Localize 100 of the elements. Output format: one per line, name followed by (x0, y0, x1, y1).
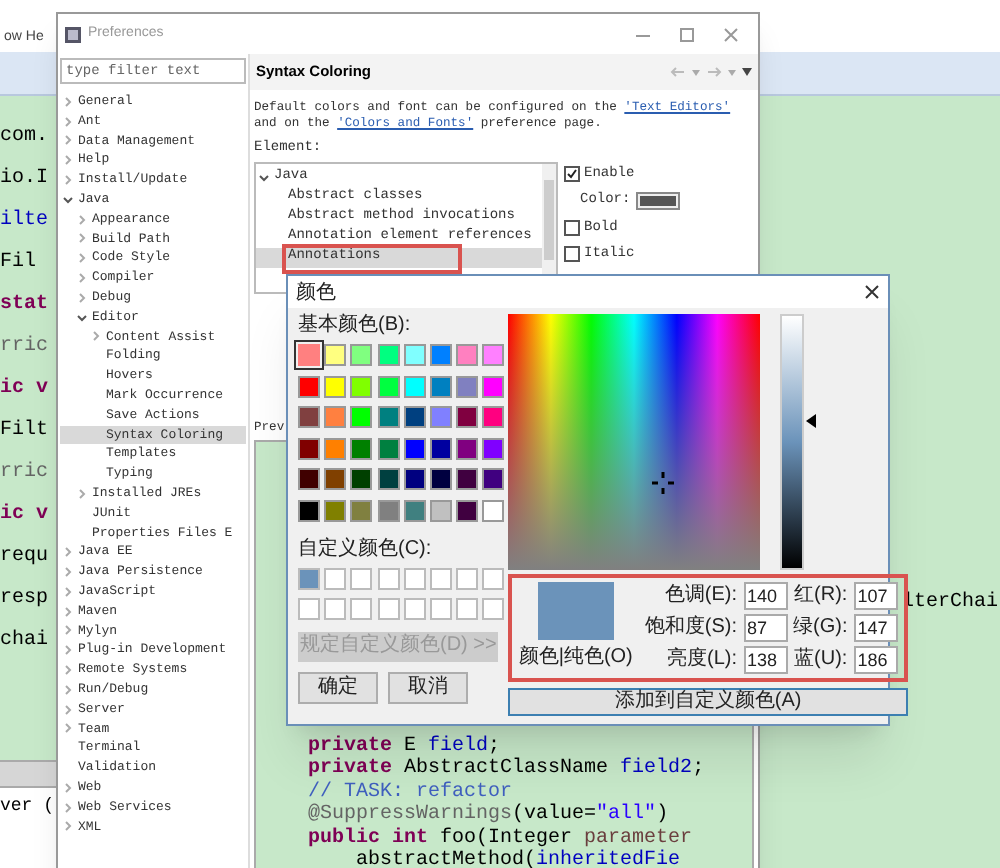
close-icon[interactable] (864, 284, 880, 300)
chevron-right-icon[interactable] (76, 232, 88, 245)
color-swatch[interactable] (324, 406, 347, 428)
color-swatch[interactable] (429, 567, 452, 589)
color-swatch[interactable] (429, 597, 452, 619)
color-swatch[interactable] (324, 499, 347, 521)
color-swatch[interactable] (350, 375, 373, 397)
color-swatch[interactable] (456, 437, 478, 459)
chevron-right-icon[interactable] (76, 252, 88, 265)
color-swatch[interactable] (482, 468, 505, 490)
chevron-right-icon[interactable] (62, 95, 74, 108)
add-to-custom-colors-button[interactable]: 添加到自定义颜色(A) (508, 688, 908, 716)
dropdown-icon[interactable] (692, 69, 700, 75)
menu-icon[interactable] (742, 68, 752, 76)
chevron-right-icon[interactable] (62, 134, 74, 147)
chevron-right-icon[interactable] (62, 703, 74, 716)
color-swatch[interactable] (429, 499, 452, 521)
color-swatch[interactable] (456, 375, 478, 397)
checkbox[interactable] (564, 219, 580, 236)
color-button[interactable] (636, 191, 681, 210)
checkbox[interactable] (564, 246, 580, 263)
chevron-right-icon[interactable] (62, 585, 74, 598)
color-swatch[interactable] (403, 499, 426, 521)
color-swatch[interactable] (482, 499, 505, 521)
color-swatch[interactable] (350, 406, 373, 428)
input-field[interactable]: 147 (853, 614, 898, 642)
color-swatch[interactable] (350, 567, 373, 589)
color-swatch[interactable] (324, 468, 347, 490)
chevron-down-icon[interactable] (76, 311, 88, 324)
color-swatch[interactable] (482, 597, 505, 619)
luminance-slider[interactable] (780, 314, 819, 570)
color-swatch[interactable] (403, 437, 426, 459)
chevron-right-icon[interactable] (62, 154, 74, 167)
color-swatch[interactable] (403, 375, 426, 397)
chevron-right-icon[interactable] (62, 644, 74, 657)
chevron-right-icon[interactable] (62, 664, 74, 676)
color-swatch[interactable] (429, 344, 452, 366)
chevron-right-icon[interactable] (62, 722, 74, 735)
color-swatch[interactable] (324, 344, 347, 366)
color-swatch[interactable] (456, 567, 478, 589)
chevron-right-icon[interactable] (62, 546, 74, 559)
chevron-right-icon[interactable] (76, 272, 88, 285)
color-swatch[interactable] (324, 567, 347, 589)
slider-arrow-icon[interactable] (806, 414, 817, 429)
chevron-right-icon[interactable] (62, 781, 74, 794)
color-swatch[interactable] (377, 468, 399, 490)
color-swatch[interactable] (324, 437, 347, 459)
color-swatch[interactable] (403, 597, 426, 619)
color-swatch[interactable] (298, 567, 320, 589)
chevron-right-icon[interactable] (76, 487, 88, 500)
color-swatch[interactable] (377, 499, 399, 521)
color-swatch[interactable] (456, 597, 478, 619)
color-swatch[interactable] (482, 567, 505, 589)
color-swatch[interactable] (377, 344, 399, 366)
color-swatch[interactable] (350, 468, 373, 490)
back-arrow-icon[interactable] (670, 66, 686, 78)
input-field[interactable]: 186 (853, 646, 898, 674)
color-swatch[interactable] (403, 468, 426, 490)
dropdown-icon[interactable] (728, 69, 736, 75)
color-swatch[interactable] (429, 375, 452, 397)
chevron-right-icon[interactable] (90, 330, 102, 343)
color-swatch[interactable] (482, 406, 505, 428)
chevron-down-icon[interactable] (258, 171, 270, 183)
color-swatch[interactable] (456, 406, 478, 428)
crosshair-icon[interactable] (652, 472, 675, 494)
input-field[interactable]: 87 (743, 614, 787, 642)
color-swatch[interactable] (350, 499, 373, 521)
color-swatch[interactable] (429, 437, 452, 459)
maximize-icon[interactable] (678, 25, 696, 43)
color-swatch[interactable] (298, 406, 320, 428)
chevron-right-icon[interactable] (62, 801, 74, 814)
color-swatch[interactable] (324, 597, 347, 619)
chevron-right-icon[interactable] (62, 115, 74, 128)
color-swatch[interactable] (403, 567, 426, 589)
forward-arrow-icon[interactable] (706, 66, 722, 78)
color-swatch[interactable] (377, 375, 399, 397)
chevron-right-icon[interactable] (76, 291, 88, 304)
input-field[interactable]: 138 (743, 646, 787, 674)
color-swatch[interactable] (482, 437, 505, 459)
color-swatch[interactable] (377, 406, 399, 428)
ok-button[interactable]: 确定 (298, 671, 378, 703)
color-swatch[interactable] (429, 468, 452, 490)
color-swatch[interactable] (298, 499, 320, 521)
chevron-right-icon[interactable] (62, 174, 74, 187)
chevron-right-icon[interactable] (76, 213, 88, 226)
color-swatch[interactable] (350, 597, 373, 619)
color-swatch[interactable] (403, 344, 426, 366)
input-field[interactable]: 107 (853, 582, 898, 610)
chevron-right-icon[interactable] (62, 683, 74, 696)
chevron-right-icon[interactable] (62, 624, 74, 637)
color-swatch[interactable] (403, 406, 426, 428)
color-swatch[interactable] (350, 344, 373, 366)
input-field[interactable]: 140 (743, 582, 787, 610)
color-swatch[interactable] (377, 597, 399, 619)
color-swatch[interactable] (377, 437, 399, 459)
chevron-down-icon[interactable] (62, 193, 74, 206)
color-swatch[interactable] (377, 567, 399, 589)
checkbox[interactable] (564, 165, 580, 182)
chevron-right-icon[interactable] (62, 820, 74, 833)
color-swatch[interactable] (324, 375, 347, 397)
